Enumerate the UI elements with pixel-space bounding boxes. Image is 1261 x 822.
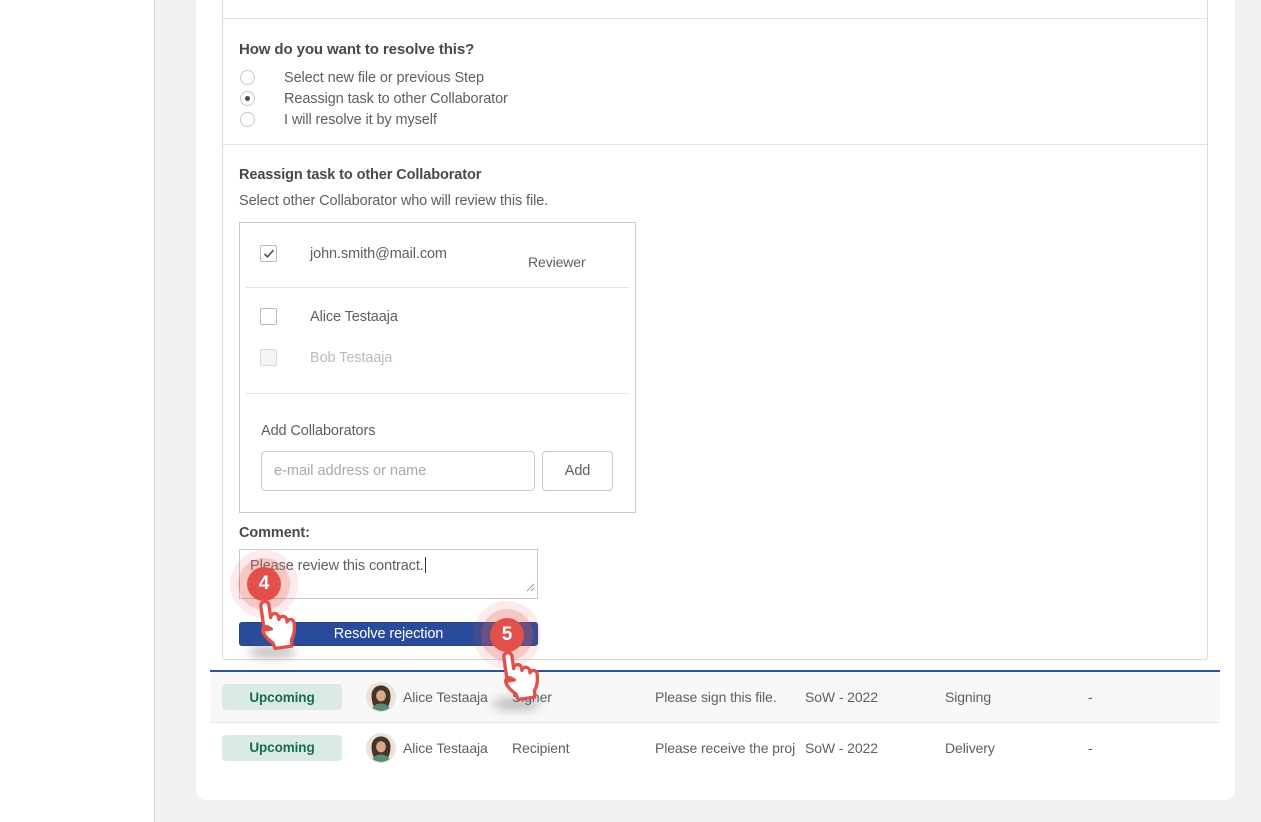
radio-option-resolve-myself[interactable]: I will resolve it by myself xyxy=(240,109,437,130)
divider xyxy=(246,287,629,288)
resolve-question-title: How do you want to resolve this? xyxy=(239,41,474,58)
add-collaborator-button[interactable]: Add xyxy=(542,451,613,491)
comment-label: Comment: xyxy=(239,525,310,541)
divider xyxy=(223,144,1207,145)
due-value: - xyxy=(1088,689,1093,705)
resolve-rejection-card: How do you want to resolve this? Select … xyxy=(222,0,1208,660)
divider xyxy=(223,18,1207,19)
checkbox-disabled-icon xyxy=(260,349,277,366)
radio-option-label: Reassign task to other Collaborator xyxy=(284,91,508,107)
avatar xyxy=(367,683,395,711)
collaborator-list-box: john.smith@mail.com Reviewer Alice Testa… xyxy=(239,222,636,513)
radio-icon[interactable] xyxy=(240,70,255,85)
radio-option-label: Select new file or previous Step xyxy=(284,70,484,86)
comment-textarea[interactable]: Please review this contract. xyxy=(239,549,538,599)
collaborator-row-bob: Bob Testaaja xyxy=(260,349,392,366)
table-row[interactable]: Upcoming Alice Testaaja Signer Please si… xyxy=(210,672,1220,722)
workflow-stage: Signing xyxy=(945,689,991,705)
collaborator-name: Alice Testaaja xyxy=(403,689,488,705)
status-badge: Upcoming xyxy=(222,735,342,761)
checkbox-checked-icon[interactable] xyxy=(260,245,277,262)
add-collaborators-label: Add Collaborators xyxy=(261,423,375,439)
tap-hand-cursor-icon xyxy=(242,591,306,661)
radio-option-label: I will resolve it by myself xyxy=(284,112,437,128)
collaborator-role: Reviewer xyxy=(528,254,586,270)
divider xyxy=(246,393,629,394)
task-message: Please receive the proj xyxy=(655,740,795,756)
collaborator-name: john.smith@mail.com xyxy=(310,246,447,262)
due-value: - xyxy=(1088,740,1093,756)
table-row[interactable]: Upcoming Alice Testaaja Recipient Please… xyxy=(210,722,1220,772)
radio-icon-selected[interactable] xyxy=(240,91,255,106)
radio-option-reassign-task[interactable]: Reassign task to other Collaborator xyxy=(240,88,508,109)
tap-hand-cursor-icon xyxy=(485,642,549,712)
collaborator-email-input[interactable] xyxy=(261,451,535,491)
task-message: Please sign this file. xyxy=(655,689,777,705)
radio-option-select-new-file[interactable]: Select new file or previous Step xyxy=(240,67,484,88)
collaborator-row-alice[interactable]: Alice Testaaja xyxy=(260,308,398,325)
radio-icon[interactable] xyxy=(240,112,255,127)
avatar xyxy=(367,734,395,762)
page: How do you want to resolve this? Select … xyxy=(0,0,1261,822)
collaborator-name: Alice Testaaja xyxy=(310,309,398,325)
text-cursor xyxy=(425,557,426,573)
workflow-stage: Delivery xyxy=(945,740,995,756)
document-name: SoW - 2022 xyxy=(805,689,878,705)
resize-grip-icon[interactable] xyxy=(525,580,535,596)
checkbox-unchecked-icon[interactable] xyxy=(260,308,277,325)
document-name: SoW - 2022 xyxy=(805,740,878,756)
status-badge: Upcoming xyxy=(222,684,342,710)
collaborator-row-john[interactable]: john.smith@mail.com xyxy=(260,245,447,262)
reassign-section-title: Reassign task to other Collaborator xyxy=(239,167,481,183)
reassign-section-subtitle: Select other Collaborator who will revie… xyxy=(239,193,548,209)
collaborator-role: Recipient xyxy=(512,740,569,756)
collaborator-name: Bob Testaaja xyxy=(310,350,392,366)
collaborator-name: Alice Testaaja xyxy=(403,740,488,756)
